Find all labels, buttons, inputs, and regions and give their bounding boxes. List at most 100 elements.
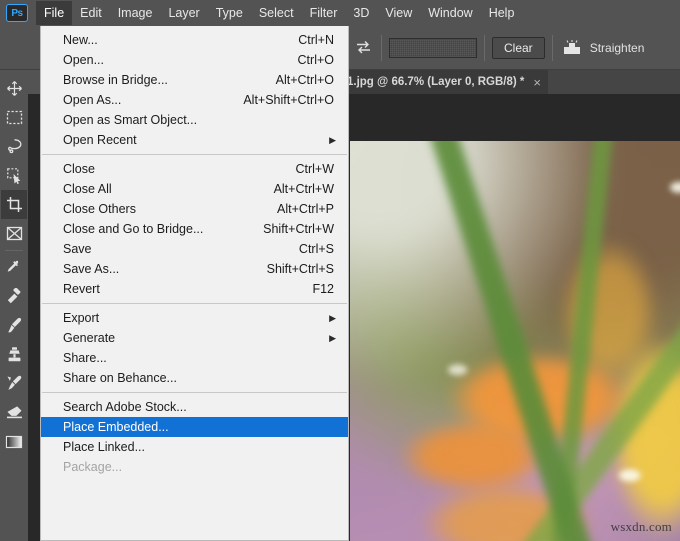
straighten-label[interactable]: Straighten	[590, 41, 645, 55]
quick-selection-tool[interactable]	[1, 161, 27, 190]
menu-item-label: Open...	[63, 53, 104, 67]
menu-item-shortcut: Alt+Shift+Ctrl+O	[243, 93, 334, 107]
menu-item-label: Open as Smart Object...	[63, 113, 198, 127]
menubar-item-view[interactable]: View	[377, 1, 420, 25]
menubar-item-edit[interactable]: Edit	[72, 1, 110, 25]
menu-separator	[42, 392, 347, 393]
image-canvas[interactable]: wsxdn.com	[350, 141, 680, 541]
menu-item-label: Export	[63, 311, 100, 325]
menu-item-label: Close	[63, 162, 95, 176]
aspect-ratio-input[interactable]	[389, 37, 477, 58]
menu-item-save[interactable]: Save Ctrl+S	[41, 239, 348, 259]
menu-item-place-linked[interactable]: Place Linked...	[41, 437, 348, 457]
crop-tool[interactable]	[1, 190, 27, 219]
lasso-tool[interactable]	[1, 132, 27, 161]
eraser-tool[interactable]	[1, 398, 27, 427]
menu-item-shortcut: Alt+Ctrl+W	[273, 182, 334, 196]
options-divider	[484, 34, 485, 61]
menu-item-shortcut: Ctrl+S	[298, 242, 334, 256]
frame-tool[interactable]	[1, 219, 27, 248]
chevron-right-icon: ▶	[329, 312, 336, 323]
menu-item-label: Place Linked...	[63, 440, 145, 454]
menu-item-open-as[interactable]: Open As... Alt+Shift+Ctrl+O	[41, 90, 348, 110]
menu-item-label: Open As...	[63, 93, 122, 107]
menu-item-label: Share on Behance...	[63, 371, 177, 385]
menu-item-label: Close All	[63, 182, 112, 196]
menubar-item-image[interactable]: Image	[110, 1, 161, 25]
chevron-right-icon: ▶	[329, 332, 336, 343]
photoshop-logo: Ps	[6, 4, 28, 22]
menu-item-save-as[interactable]: Save As... Shift+Ctrl+S	[41, 259, 348, 279]
menu-item-search-adobe-stock[interactable]: Search Adobe Stock...	[41, 397, 348, 417]
clear-button[interactable]: Clear	[492, 36, 545, 59]
file-menu-dropdown: New... Ctrl+N Open... Ctrl+O Browse in Bridg…	[40, 26, 349, 541]
menu-item-shortcut: F12	[312, 282, 334, 296]
menubar-item-file[interactable]: File	[36, 1, 73, 25]
photoshop-window: wsxdn.com 1.jpg @ 66.7% (Layer 0, RGB/8)…	[0, 0, 680, 541]
menu-item-close-others[interactable]: Close Others Alt+Ctrl+P	[41, 199, 348, 219]
tools-panel: »	[0, 26, 28, 541]
menu-item-shortcut: Shift+Ctrl+W	[263, 222, 334, 236]
menu-item-new[interactable]: New... Ctrl+N	[41, 30, 348, 50]
menu-item-label: Close and Go to Bridge...	[63, 222, 204, 236]
menu-item-browse-in-bridge[interactable]: Browse in Bridge... Alt+Ctrl+O	[41, 70, 348, 90]
toolbar-divider	[5, 250, 23, 251]
watermark: wsxdn.com	[610, 519, 672, 534]
menu-item-label: Search Adobe Stock...	[63, 400, 187, 414]
menu-item-label: Package...	[63, 460, 123, 474]
document-tab[interactable]: 1.jpg @ 66.7% (Layer 0, RGB/8) * ×	[340, 70, 548, 94]
move-tool[interactable]	[1, 74, 27, 103]
menu-item-label: Open Recent	[63, 133, 137, 147]
menu-item-label: Generate	[63, 331, 116, 345]
menu-item-shortcut: Ctrl+W	[295, 162, 334, 176]
menu-item-place-embedded[interactable]: Place Embedded...	[41, 417, 348, 437]
menu-item-close-all[interactable]: Close All Alt+Ctrl+W	[41, 179, 348, 199]
menu-item-package: Package...	[41, 457, 348, 477]
menu-separator	[42, 154, 347, 155]
menu-item-open[interactable]: Open... Ctrl+O	[41, 50, 348, 70]
brush-tool[interactable]	[1, 311, 27, 340]
menu-item-close[interactable]: Close Ctrl+W	[41, 159, 348, 179]
menu-item-shortcut: Alt+Ctrl+P	[277, 202, 334, 216]
menubar-item-window[interactable]: Window	[420, 1, 480, 25]
menu-item-open-as-smart-object[interactable]: Open as Smart Object...	[41, 110, 348, 130]
menu-item-label: Close Others	[63, 202, 136, 216]
clone-stamp-tool[interactable]	[1, 340, 27, 369]
swap-width-height-icon[interactable]	[352, 37, 374, 59]
menubar-item-select[interactable]: Select	[251, 1, 302, 25]
menubar-item-type[interactable]: Type	[208, 1, 251, 25]
menu-item-label: Browse in Bridge...	[63, 73, 168, 87]
rectangular-marquee-tool[interactable]	[1, 103, 27, 132]
menubar-item-filter[interactable]: Filter	[302, 1, 346, 25]
straighten-icon[interactable]	[560, 37, 584, 59]
menu-separator	[42, 303, 347, 304]
menu-item-shortcut: Ctrl+N	[298, 33, 334, 47]
document-tab-label: 1.jpg @ 66.7% (Layer 0, RGB/8) *	[347, 76, 525, 88]
menu-item-label: Revert	[63, 282, 100, 296]
menu-item-revert[interactable]: Revert F12	[41, 279, 348, 299]
menu-item-shortcut: Ctrl+O	[297, 53, 334, 67]
eyedropper-tool[interactable]	[1, 253, 27, 282]
photo-stamen-highlights	[350, 141, 680, 541]
menu-item-share-on-behance[interactable]: Share on Behance...	[41, 368, 348, 388]
history-brush-tool[interactable]	[1, 369, 27, 398]
menu-item-label: Save As...	[63, 262, 120, 276]
options-divider	[551, 34, 553, 61]
gradient-tool[interactable]	[1, 427, 27, 456]
menu-item-open-recent[interactable]: Open Recent ▶	[41, 130, 348, 150]
menu-item-shortcut: Alt+Ctrl+O	[275, 73, 334, 87]
menubar-item-layer[interactable]: Layer	[160, 1, 207, 25]
menu-item-label: Save	[63, 242, 92, 256]
menu-item-generate[interactable]: Generate ▶	[41, 328, 348, 348]
menu-item-shortcut: Shift+Ctrl+S	[266, 262, 334, 276]
options-divider	[381, 34, 382, 61]
close-icon[interactable]: ×	[533, 75, 541, 90]
menubar-item-3d[interactable]: 3D	[345, 1, 377, 25]
menu-item-close-and-go-to-bridge[interactable]: Close and Go to Bridge... Shift+Ctrl+W	[41, 219, 348, 239]
menu-item-label: New...	[63, 33, 98, 47]
menubar-item-help[interactable]: Help	[481, 1, 523, 25]
chevron-right-icon: ▶	[329, 134, 336, 145]
menu-item-share[interactable]: Share...	[41, 348, 348, 368]
spot-healing-brush-tool[interactable]	[1, 282, 27, 311]
menu-item-export[interactable]: Export ▶	[41, 308, 348, 328]
